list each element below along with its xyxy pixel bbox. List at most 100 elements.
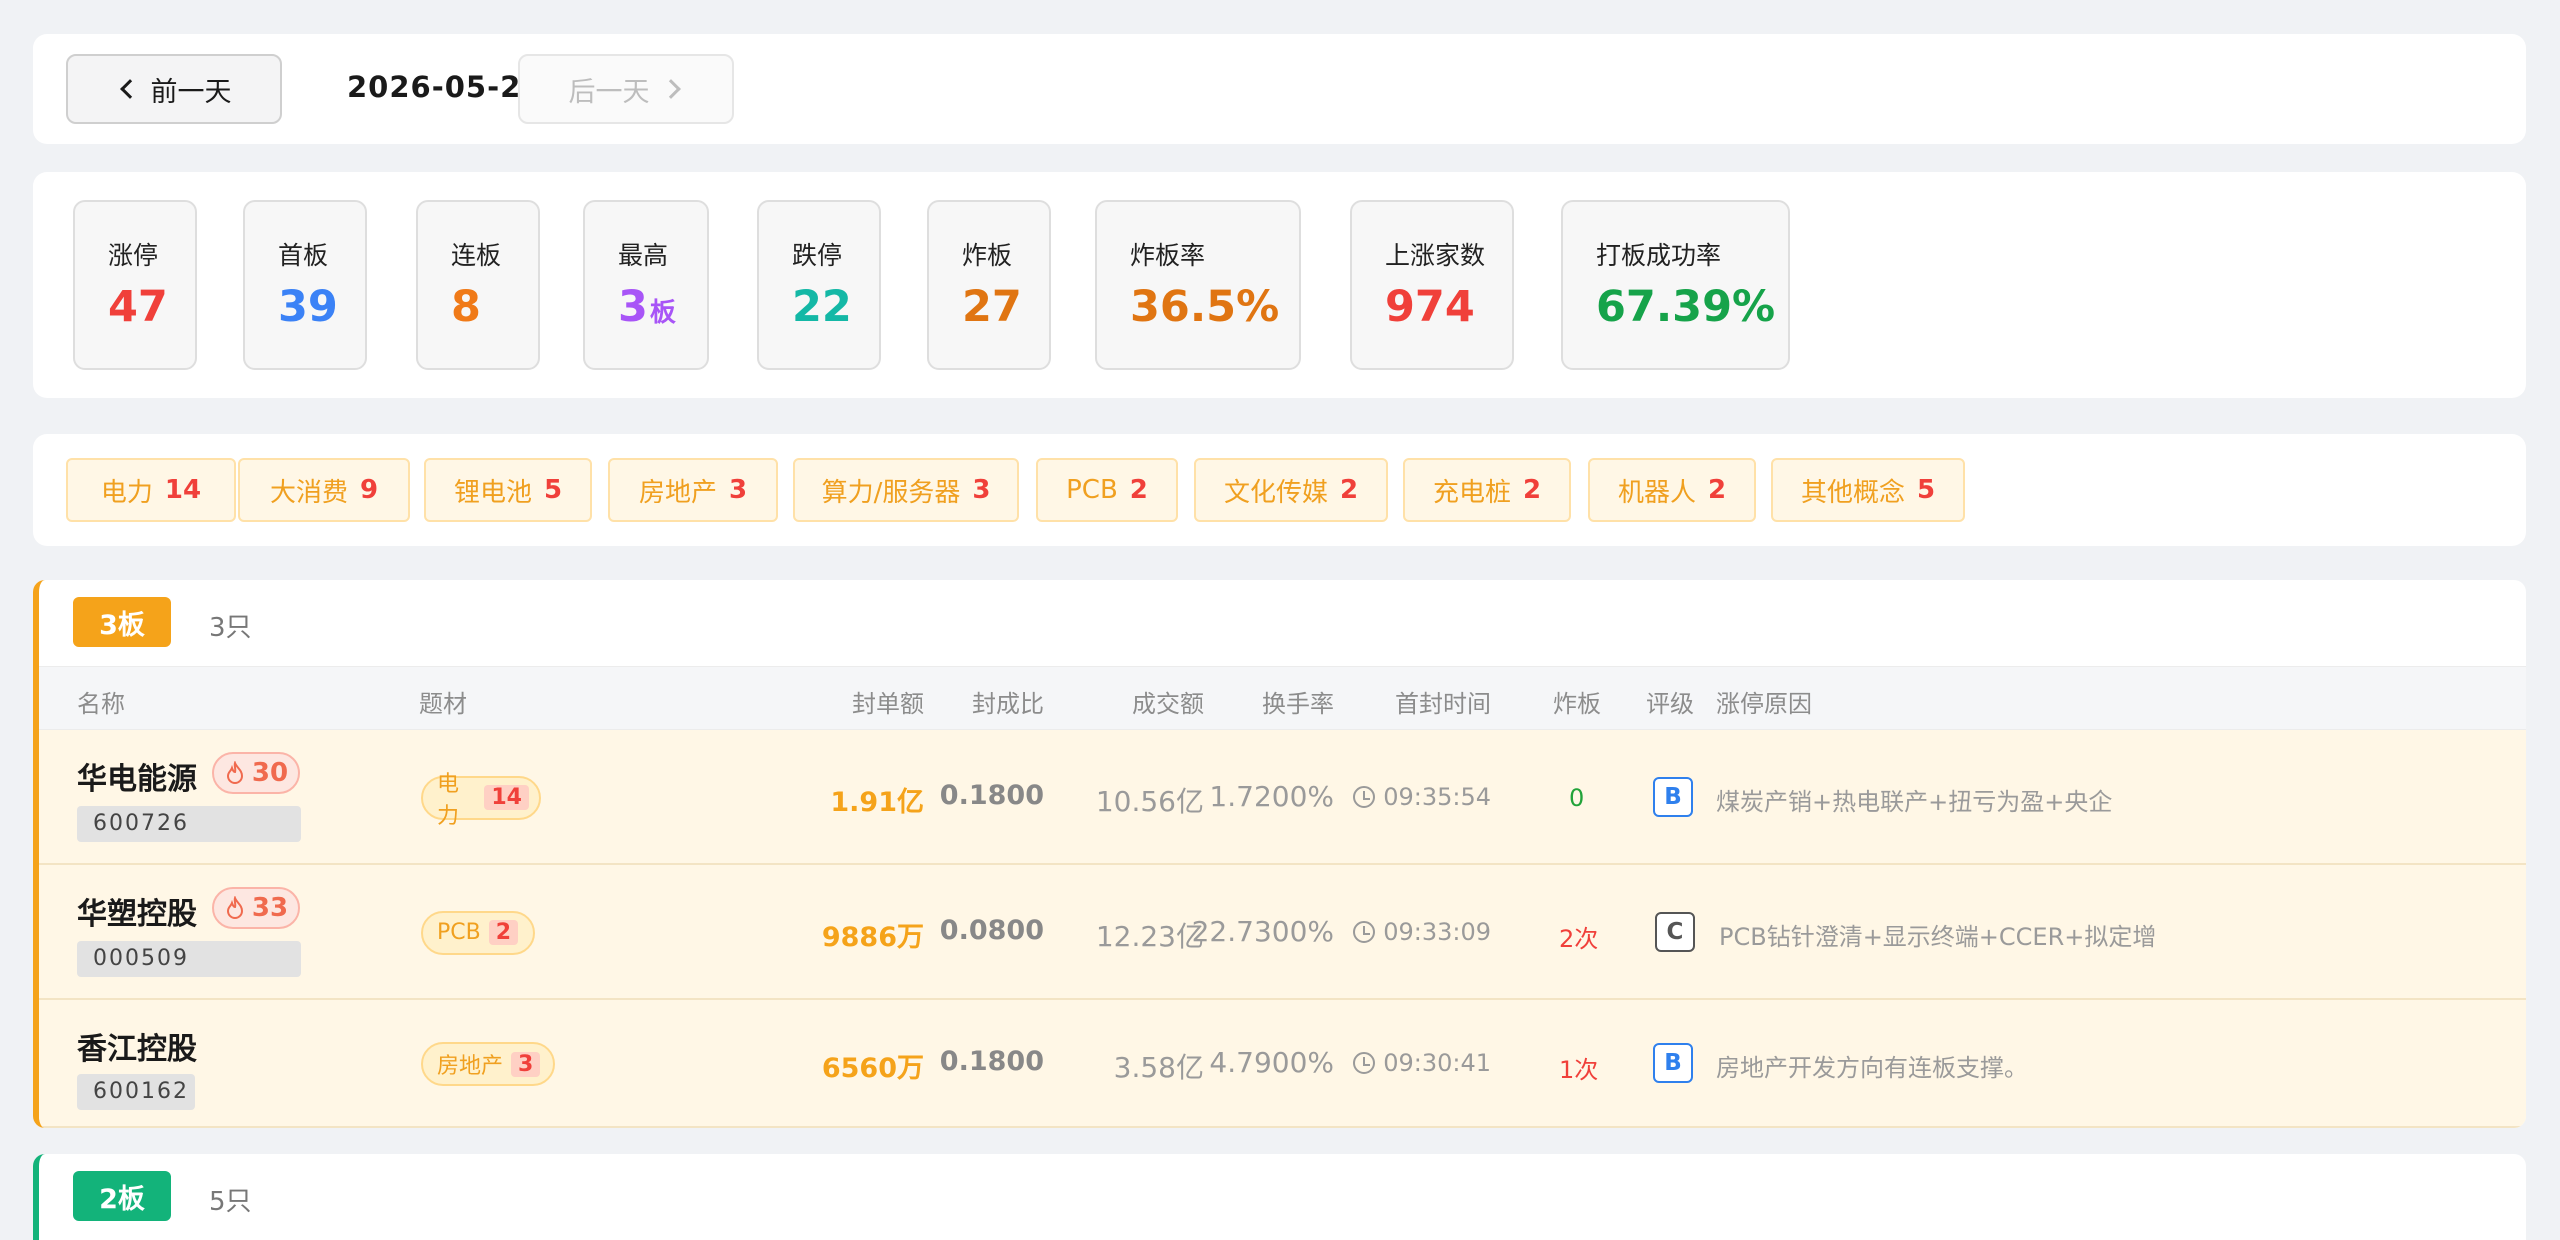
theme-filter-chip[interactable]: 电力 14 — [66, 458, 236, 522]
stat-unit: 板 — [649, 298, 676, 328]
col-theme: 题材 — [419, 690, 467, 718]
break-count: 1次 — [1559, 1056, 1599, 1084]
theme-count: 2 — [1522, 475, 1542, 505]
stats-panel: 涨停 47 首板 39 连板 8 最高 3板 跌停 22 炸板 27 炸板率 36.5% 上涨家数 974 打板… — [33, 172, 2526, 398]
row-theme-tag[interactable]: 电力 14 — [421, 772, 541, 829]
row-theme-tag[interactable]: PCB 2 — [421, 910, 535, 955]
theme-count: 5 — [1916, 475, 1936, 505]
seal-amount: 6560万 — [821, 1053, 924, 1084]
board-stock-count: 3只 — [209, 613, 252, 643]
clock-icon — [1353, 1052, 1376, 1074]
seal-amount: 1.91亿 — [830, 786, 924, 818]
theme-name: 文化传媒 — [1223, 477, 1328, 508]
theme-filter-chip[interactable]: 锂电池 5 — [424, 458, 592, 522]
stat-value: 36.5% — [1130, 282, 1299, 332]
section-header: 3板 3只 — [39, 580, 2526, 666]
table-row[interactable]: 华塑控股 33 000509 PCB 2 9886万 0.0800 12.23亿 22.7300… — [39, 865, 2526, 1000]
stat-card: 上涨家数 974 — [1350, 200, 1514, 370]
stat-label: 炸板 — [962, 241, 1013, 270]
theme-count: 3 — [972, 475, 991, 505]
stock-name[interactable]: 华电能源 — [77, 754, 197, 798]
theme-filter-chip[interactable]: PCB 2 — [1036, 458, 1178, 522]
break-count: 0 — [1569, 783, 1585, 812]
col-turnover-amount: 成交额 — [1132, 690, 1204, 718]
stat-number: 974 — [1385, 282, 1475, 332]
theme-filter-chip[interactable]: 文化传媒 2 — [1194, 458, 1388, 522]
current-date: 2026-05-27 — [347, 70, 543, 104]
seal-ratio: 0.1800 — [939, 779, 1044, 811]
stat-label: 上涨家数 — [1385, 241, 1486, 270]
chevron-right-icon — [660, 79, 681, 99]
next-day-label: 后一天 — [568, 76, 650, 108]
first-seal-time-value: 09:35:54 — [1383, 782, 1491, 811]
stock-code: 600162 — [77, 1074, 195, 1110]
col-breaks: 炸板 — [1553, 690, 1601, 718]
stat-value: 22 — [792, 282, 879, 332]
stat-value: 8 — [451, 282, 538, 332]
theme-count: 9 — [359, 475, 379, 505]
col-reason: 涨停原因 — [1716, 690, 1812, 718]
table-row[interactable]: 华电能源 30 600726 电力 14 1.91亿 0.1800 10.56亿 1.7200%… — [39, 730, 2526, 865]
board-level-badge: 2板 — [73, 1171, 171, 1221]
limit-up-reason: PCB钻针澄清+显示终端+CCER+拟定增 — [1719, 922, 2157, 951]
first-seal-time: 09:35:54 — [1353, 783, 1491, 811]
heat-badge: 33 — [212, 887, 300, 929]
stat-card: 连板 8 — [416, 200, 540, 370]
theme-filter-bar: 电力 14 大消费 9 锂电池 5 房地产 3 算力/服务器 3 PCB 2 文化传媒 2 充电桩 2 机器人 2… — [33, 434, 2526, 546]
theme-filter-chip[interactable]: 算力/服务器 3 — [793, 458, 1019, 522]
theme-filter-chip[interactable]: 机器人 2 — [1588, 458, 1756, 522]
stat-card: 炸板 27 — [927, 200, 1051, 370]
stat-number: 22 — [792, 282, 852, 332]
stat-card: 跌停 22 — [757, 200, 881, 370]
first-seal-time: 09:30:41 — [1353, 1049, 1491, 1077]
theme-count: 14 — [164, 475, 202, 505]
theme-name: 锂电池 — [453, 477, 532, 508]
board-level-badge: 3板 — [73, 597, 171, 647]
prev-day-button[interactable]: 前一天 — [66, 54, 282, 124]
row-theme-count: 2 — [488, 920, 519, 945]
clock-icon — [1353, 920, 1376, 943]
turnover-amount: 3.58亿 — [1113, 1051, 1204, 1084]
first-seal-time-value: 09:33:09 — [1383, 917, 1491, 946]
theme-filter-chip[interactable]: 充电桩 2 — [1403, 458, 1571, 522]
turnover-rate: 4.7900% — [1209, 1046, 1334, 1079]
stock-name[interactable]: 香江控股 — [77, 1024, 197, 1068]
stat-label: 最高 — [618, 241, 669, 270]
seal-ratio: 0.0800 — [939, 914, 1044, 946]
theme-filter-chip[interactable]: 大消费 9 — [238, 458, 410, 522]
col-name: 名称 — [77, 690, 125, 718]
stat-label: 连板 — [451, 241, 502, 270]
stat-label: 涨停 — [108, 241, 159, 270]
theme-name: 房地产 — [638, 477, 717, 508]
theme-filter-chip[interactable]: 其他概念 5 — [1771, 458, 1965, 522]
first-seal-time: 09:33:09 — [1353, 918, 1491, 946]
theme-name: 大消费 — [269, 477, 348, 508]
theme-name: 充电桩 — [1432, 477, 1511, 508]
grade-badge: B — [1653, 1043, 1693, 1083]
theme-filter-chip[interactable]: 房地产 3 — [608, 458, 778, 522]
seal-ratio: 0.1800 — [939, 1046, 1044, 1077]
row-theme-count: 14 — [484, 785, 529, 810]
table-header: 名称 题材 封单额 封成比 成交额 换手率 首封时间 炸板 评级 涨停原因 — [39, 666, 2526, 730]
theme-name: 电力 — [100, 477, 153, 508]
heat-value: 30 — [251, 758, 289, 788]
stat-label: 首板 — [278, 241, 329, 270]
theme-name: PCB — [1066, 475, 1118, 505]
theme-count: 2 — [1707, 475, 1727, 505]
stat-value: 974 — [1385, 282, 1512, 332]
heat-badge: 30 — [212, 752, 300, 794]
stat-card: 最高 3板 — [583, 200, 709, 370]
row-theme-tag[interactable]: 房地产 3 — [421, 1042, 555, 1086]
grade-badge: C — [1655, 911, 1695, 952]
next-day-button[interactable]: 后一天 — [518, 54, 734, 124]
chevron-left-icon — [119, 79, 140, 99]
stat-card: 炸板率 36.5% — [1095, 200, 1301, 370]
stat-value: 3板 — [618, 282, 707, 332]
stock-name[interactable]: 华塑控股 — [77, 889, 197, 933]
table-row[interactable]: 香江控股 600162 房地产 3 6560万 0.1800 3.58亿 4.7900% 09:… — [39, 1000, 2526, 1128]
stat-value: 39 — [278, 282, 365, 332]
flame-icon — [226, 761, 243, 784]
first-seal-time-value: 09:30:41 — [1383, 1049, 1491, 1077]
break-count: 2次 — [1559, 924, 1599, 953]
clock-icon — [1353, 785, 1376, 808]
